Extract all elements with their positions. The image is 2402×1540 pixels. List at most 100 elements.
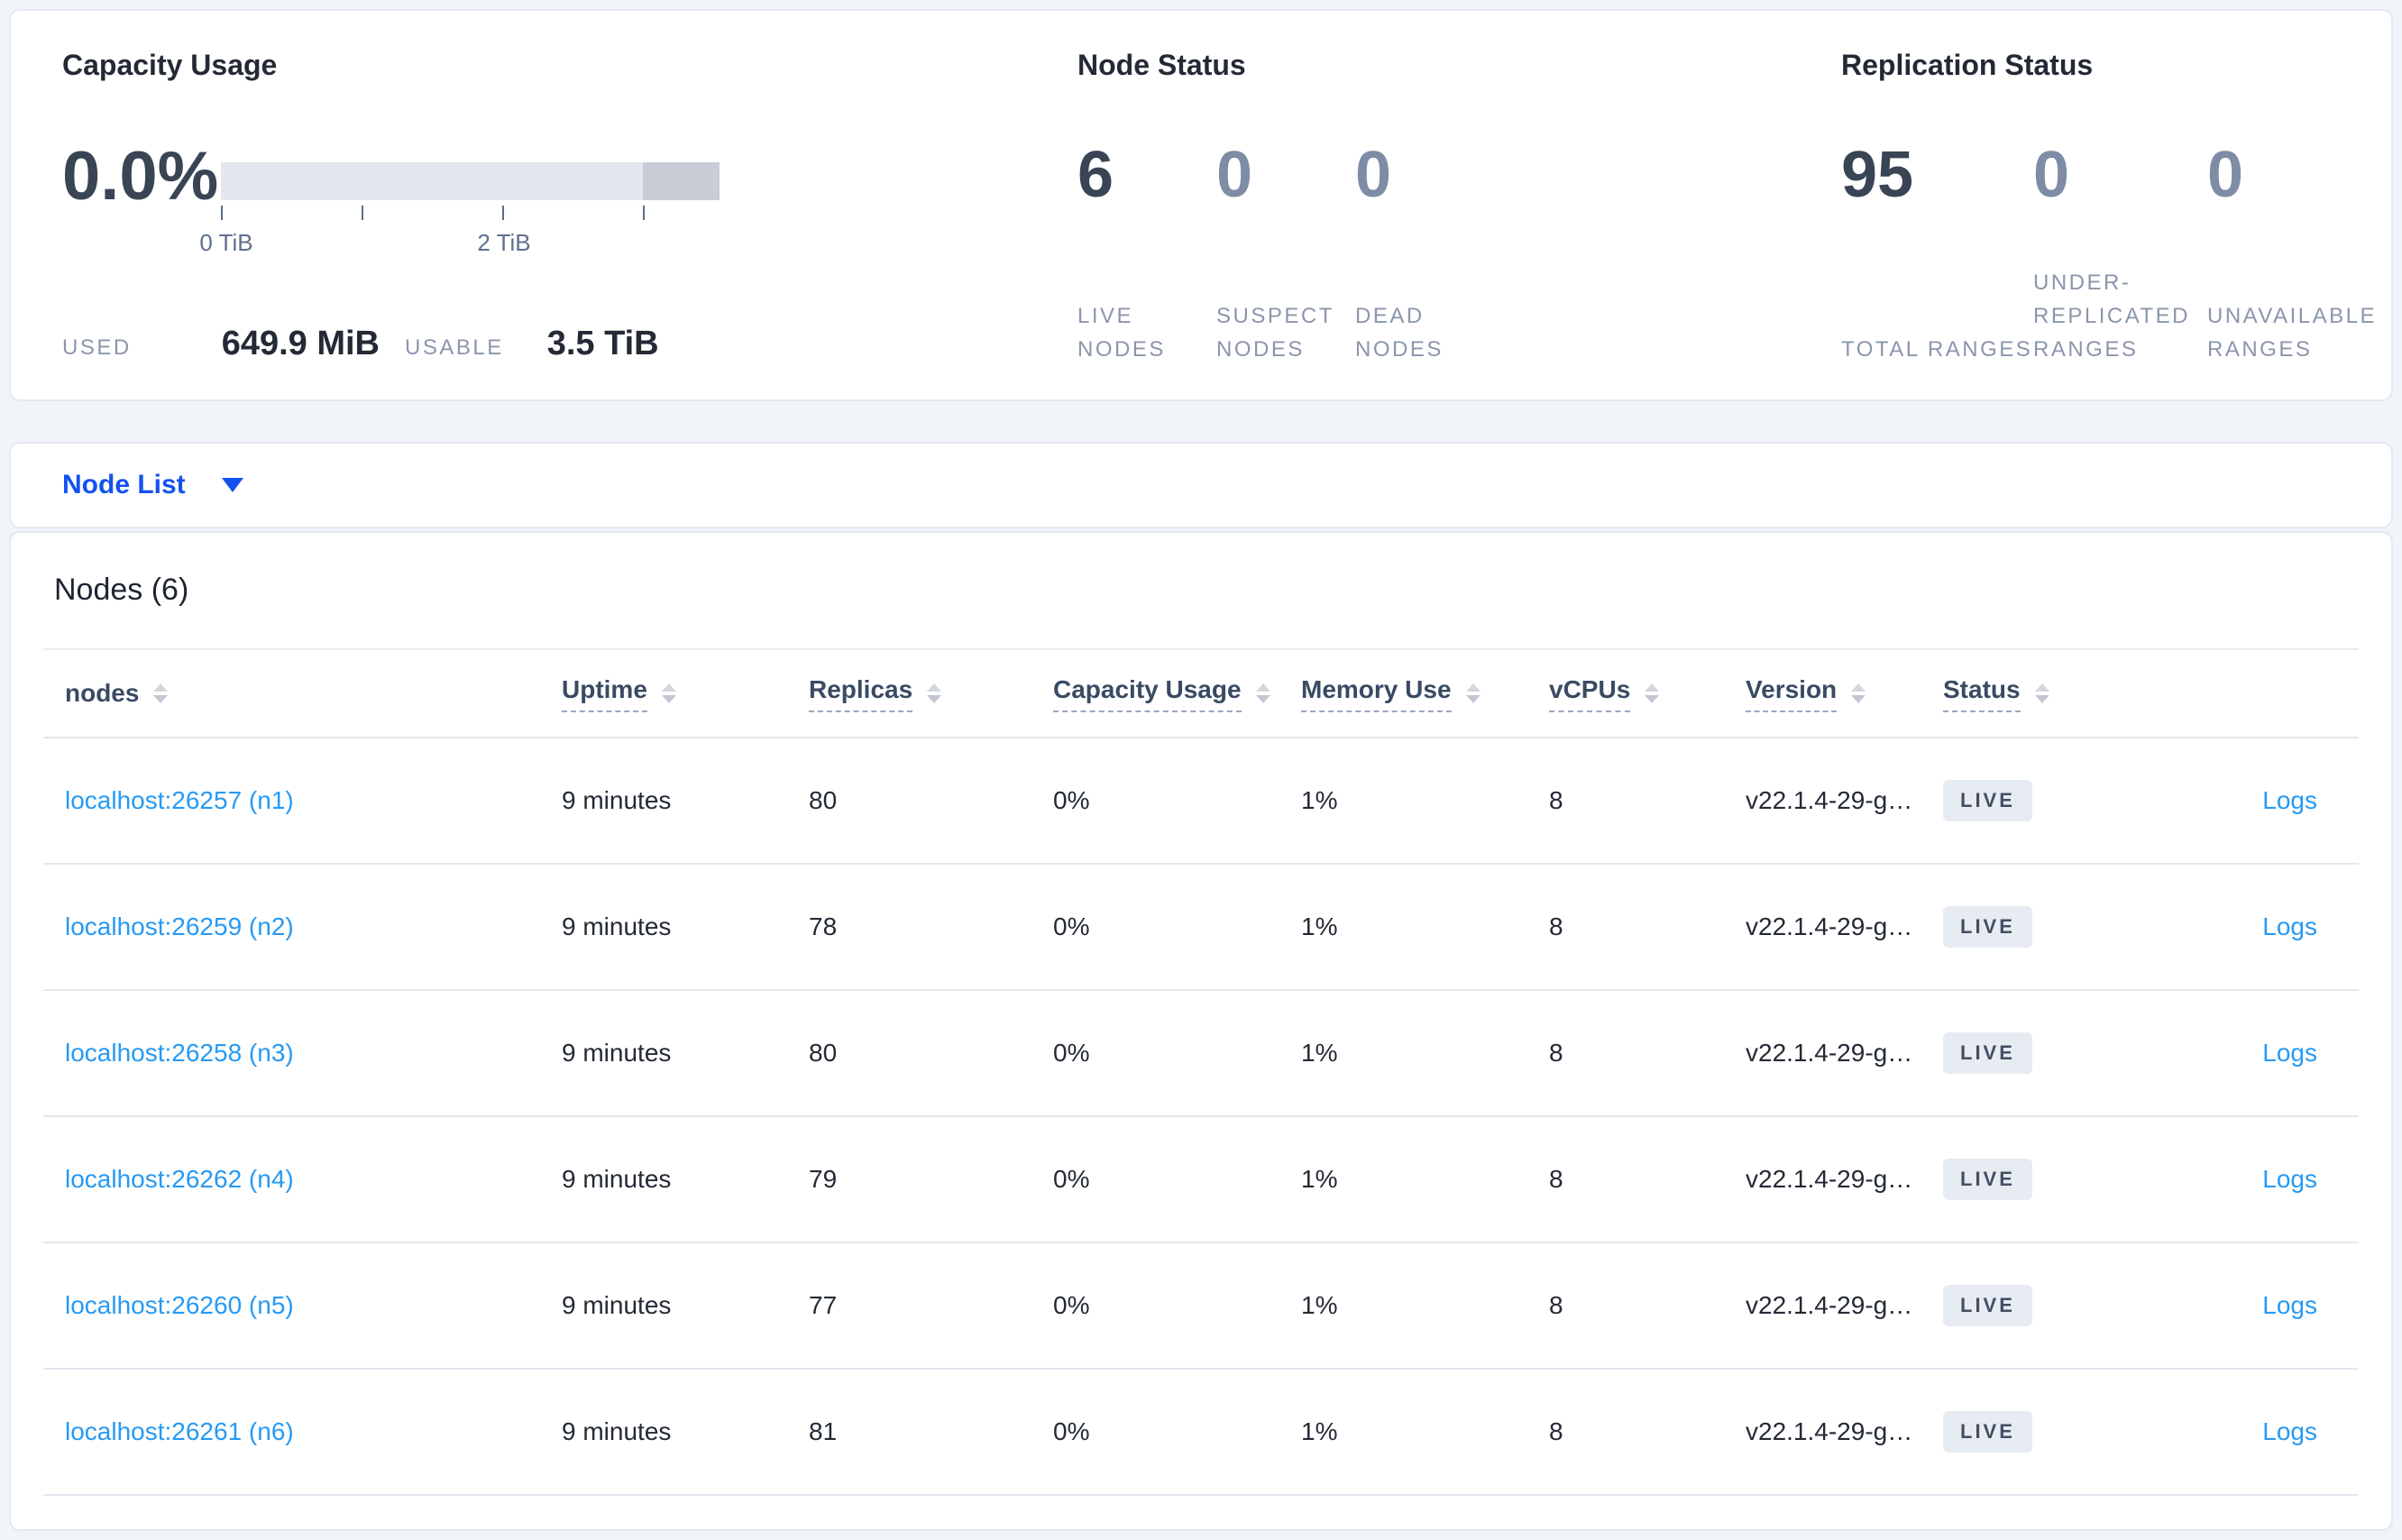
live-nodes-value: 6 [1077, 139, 1114, 211]
total-ranges-value: 95 [1841, 139, 1914, 211]
sort-up-arrow-icon [2034, 683, 2049, 692]
live-nodes-metric: 6 LIVE NODES [1077, 141, 1216, 366]
sort-up-arrow-icon [927, 683, 942, 692]
sort-up-arrow-icon [1255, 683, 1270, 692]
node-address-link[interactable]: localhost:26257 (n1) [65, 786, 294, 814]
sort-icon[interactable] [1645, 683, 1660, 703]
sort-up-arrow-icon [1465, 683, 1481, 692]
cluster-summary-panel: Capacity Usage 0.0% 0 TiB 2 TiB USED 649… [9, 9, 2393, 401]
column-header-label: Uptime [562, 675, 647, 712]
column-header-status[interactable]: Status [1943, 675, 2146, 712]
column-header-label: Memory Use [1301, 675, 1452, 712]
memory-use-cell: 1% [1301, 1291, 1338, 1319]
column-header-vcpus[interactable]: vCPUs [1549, 675, 1746, 712]
column-header-memory_use[interactable]: Memory Use [1301, 675, 1549, 712]
axis-tick [362, 206, 363, 220]
capacity-usage-section: Capacity Usage 0.0% 0 TiB 2 TiB USED 649… [62, 47, 1018, 366]
capacity-usage-cell: 0% [1053, 786, 1090, 814]
unavailable-ranges-metric: 0 UNAVAILABLE RANGES [2207, 141, 2397, 366]
uptime-cell: 9 minutes [562, 1039, 672, 1067]
under-replicated-ranges-metric: 0 UNDER-REPLICATED RANGES [2033, 141, 2207, 366]
replication-status-title: Replication Status [1841, 49, 2094, 81]
total-ranges-metric: 95 TOTAL RANGES [1841, 141, 2033, 366]
view-selector-dropdown[interactable]: Node List [11, 444, 2391, 527]
dead-nodes-value: 0 [1355, 139, 1392, 211]
status-badge: LIVE [1943, 1285, 2032, 1326]
sort-icon[interactable] [1465, 683, 1481, 703]
table-row: localhost:26262 (n4) 9 minutes 79 0% 1% … [43, 1117, 2359, 1243]
column-header-nodes[interactable]: nodes [43, 679, 562, 708]
sort-down-arrow-icon [153, 695, 169, 703]
sort-down-arrow-icon [2034, 695, 2049, 703]
node-address-link[interactable]: localhost:26260 (n5) [65, 1291, 294, 1319]
column-header-label: Replicas [809, 675, 913, 712]
node-status-section: Node Status 6 LIVE NODES 0 SUSPECT NODES… [1077, 47, 1494, 366]
live-nodes-label: LIVE NODES [1077, 304, 1166, 362]
unavailable-ranges-label: UNAVAILABLE RANGES [2207, 304, 2378, 362]
capacity-usage-cell: 0% [1053, 912, 1090, 940]
version-cell: v22.1.4-29-g… [1746, 786, 1913, 814]
column-header-replicas[interactable]: Replicas [809, 675, 1053, 712]
node-address-link[interactable]: localhost:26262 (n4) [65, 1165, 294, 1193]
logs-link[interactable]: Logs [2262, 1417, 2317, 1445]
under-replicated-ranges-label: UNDER-REPLICATED RANGES [2033, 270, 2190, 362]
replicas-cell: 78 [809, 912, 838, 940]
used-value: 649.9 MiB [221, 325, 380, 362]
sort-down-arrow-icon [1255, 695, 1270, 703]
vcpus-cell: 8 [1549, 786, 1563, 814]
view-selector-card: Node List [9, 442, 2393, 528]
axis-tick-label: 2 TiB [477, 229, 531, 256]
capacity-usage-cell: 0% [1053, 1291, 1090, 1319]
memory-use-cell: 1% [1301, 912, 1338, 940]
column-header-version[interactable]: Version [1746, 675, 1943, 712]
sort-icon[interactable] [1851, 683, 1866, 703]
table-row: localhost:26260 (n5) 9 minutes 77 0% 1% … [43, 1243, 2359, 1370]
column-header-capacity_usage[interactable]: Capacity Usage [1053, 675, 1301, 712]
capacity-usage-cell: 0% [1053, 1165, 1090, 1193]
axis-tick-label: 0 TiB [199, 229, 253, 256]
sort-icon[interactable] [661, 683, 676, 703]
node-address-link[interactable]: localhost:26259 (n2) [65, 912, 294, 940]
chevron-down-icon [221, 478, 243, 492]
vcpus-cell: 8 [1549, 1291, 1563, 1319]
column-header-label: nodes [65, 679, 140, 707]
node-address-link[interactable]: localhost:26261 (n6) [65, 1417, 294, 1445]
column-header-label: Status [1943, 675, 2021, 712]
sort-up-arrow-icon [661, 683, 676, 692]
capacity-usage-cell: 0% [1053, 1417, 1090, 1445]
sort-icon[interactable] [927, 683, 942, 703]
logs-link[interactable]: Logs [2262, 1165, 2317, 1193]
replicas-cell: 79 [809, 1165, 838, 1193]
node-status-title: Node Status [1077, 49, 1246, 81]
sort-icon[interactable] [153, 683, 169, 703]
column-header-label: vCPUs [1549, 675, 1631, 712]
logs-link[interactable]: Logs [2262, 912, 2317, 940]
vcpus-cell: 8 [1549, 1417, 1563, 1445]
replication-status-section: Replication Status 95 TOTAL RANGES 0 UND… [1841, 47, 2397, 366]
uptime-cell: 9 minutes [562, 1417, 672, 1445]
capacity-usage-title: Capacity Usage [62, 49, 278, 81]
view-selector-label[interactable]: Node List [62, 470, 186, 500]
uptime-cell: 9 minutes [562, 786, 672, 814]
column-header-uptime[interactable]: Uptime [562, 675, 809, 712]
axis-tick [643, 206, 645, 220]
table-row: localhost:26261 (n6) 9 minutes 81 0% 1% … [43, 1370, 2359, 1496]
suspect-nodes-metric: 0 SUSPECT NODES [1216, 141, 1355, 366]
sort-down-arrow-icon [1851, 695, 1866, 703]
table-header-row: nodes Uptime Replicas Capacity Usage Mem… [43, 648, 2359, 738]
sort-down-arrow-icon [1465, 695, 1481, 703]
node-address-link[interactable]: localhost:26258 (n3) [65, 1039, 294, 1067]
sort-icon[interactable] [2034, 683, 2049, 703]
logs-link[interactable]: Logs [2262, 786, 2317, 814]
sort-up-arrow-icon [1851, 683, 1866, 692]
vcpus-cell: 8 [1549, 1165, 1563, 1193]
table-row: localhost:26257 (n1) 9 minutes 80 0% 1% … [43, 738, 2359, 865]
under-replicated-ranges-value: 0 [2033, 139, 2070, 211]
dead-nodes-label: DEAD NODES [1355, 304, 1444, 362]
replicas-cell: 77 [809, 1291, 838, 1319]
logs-link[interactable]: Logs [2262, 1039, 2317, 1067]
logs-link[interactable]: Logs [2262, 1291, 2317, 1319]
column-header-label: Version [1746, 675, 1838, 712]
sort-icon[interactable] [1255, 683, 1270, 703]
vcpus-cell: 8 [1549, 912, 1563, 940]
